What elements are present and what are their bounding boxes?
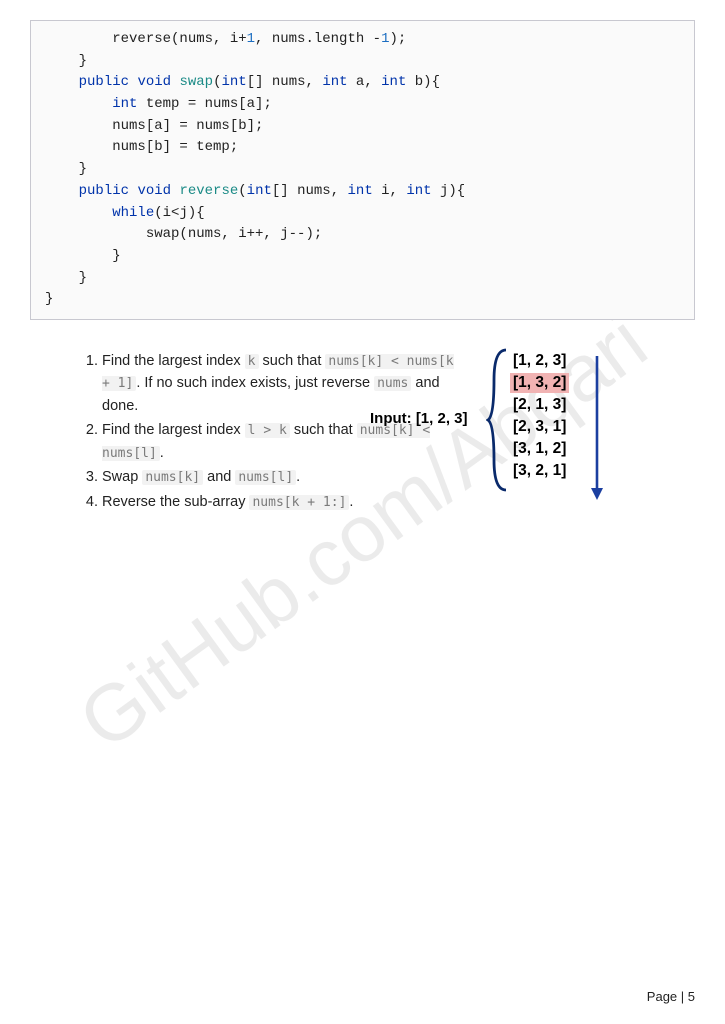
code-line: } bbox=[45, 270, 87, 286]
code-indent bbox=[45, 74, 79, 90]
code-text: (i<j){ bbox=[154, 205, 204, 221]
code-block: reverse(nums, i+1, nums.length -1); } pu… bbox=[30, 20, 695, 320]
code-line: } bbox=[45, 161, 87, 177]
step-1: Find the largest index k such that nums[… bbox=[102, 350, 462, 417]
algorithm-steps: Find the largest index k such that nums[… bbox=[30, 350, 462, 515]
t: Find the largest index bbox=[102, 422, 245, 438]
down-arrow-icon bbox=[588, 352, 606, 502]
params: j){ bbox=[432, 183, 466, 199]
page-content: reverse(nums, i+1, nums.length -1); } pu… bbox=[0, 0, 725, 515]
code-line: } bbox=[45, 291, 53, 307]
params: i, bbox=[373, 183, 407, 199]
t: and bbox=[203, 469, 235, 485]
kw-int: int bbox=[381, 74, 406, 90]
t: Find the largest index bbox=[102, 353, 245, 369]
code-text: , nums.length - bbox=[255, 31, 381, 47]
perm-item: [2, 3, 1] bbox=[510, 417, 569, 437]
page-footer: Page | 5 bbox=[647, 989, 695, 1004]
kw-while: while bbox=[112, 205, 154, 221]
kw-void: void bbox=[137, 183, 171, 199]
code-line: nums[a] = nums[b]; bbox=[45, 118, 263, 134]
fn-reverse: reverse bbox=[179, 183, 238, 199]
code-numsl: nums[l] bbox=[235, 470, 296, 485]
input-label: Input: [1, 2, 3] bbox=[370, 410, 468, 427]
perm-item: [1, 2, 3] bbox=[510, 351, 569, 371]
indent bbox=[45, 183, 79, 199]
params: [] nums, bbox=[247, 74, 323, 90]
code-line: reverse(nums, i+ bbox=[45, 31, 247, 47]
step-4: Reverse the sub-array nums[k + 1:]. bbox=[102, 491, 462, 513]
params: [] nums, bbox=[272, 183, 348, 199]
indent bbox=[45, 96, 112, 112]
code-line: } bbox=[45, 248, 121, 264]
perm-item: [2, 1, 3] bbox=[510, 395, 569, 415]
t: . bbox=[296, 469, 300, 485]
paren: ( bbox=[238, 183, 246, 199]
t: such that bbox=[259, 353, 326, 369]
code-k: k bbox=[245, 354, 259, 369]
kw-int: int bbox=[221, 74, 246, 90]
t: . bbox=[160, 445, 164, 461]
step-3: Swap nums[k] and nums[l]. bbox=[102, 466, 462, 488]
perm-item-highlighted: [1, 3, 2] bbox=[510, 373, 569, 393]
kw-int: int bbox=[247, 183, 272, 199]
kw-public: public bbox=[79, 183, 129, 199]
code-text: ); bbox=[389, 31, 406, 47]
params: b){ bbox=[406, 74, 440, 90]
t: . If no such index exists, just reverse bbox=[136, 375, 374, 391]
code-nums: nums bbox=[374, 376, 411, 391]
indent bbox=[45, 205, 112, 221]
t: Swap bbox=[102, 469, 142, 485]
fn-swap: swap bbox=[179, 74, 213, 90]
kw-int: int bbox=[348, 183, 373, 199]
perm-item: [3, 2, 1] bbox=[510, 461, 569, 481]
permutation-list: [1, 2, 3] [1, 3, 2] [2, 1, 3] [2, 3, 1] … bbox=[510, 350, 569, 482]
code-number: 1 bbox=[247, 31, 255, 47]
params: a, bbox=[348, 74, 382, 90]
code-line: } bbox=[45, 53, 87, 69]
t: such that bbox=[290, 422, 357, 438]
code-lgk: l > k bbox=[245, 423, 290, 438]
curly-brace-icon bbox=[486, 346, 510, 494]
code-line: nums[b] = temp; bbox=[45, 139, 238, 155]
kw-void: void bbox=[137, 74, 171, 90]
code-slice: nums[k + 1:] bbox=[249, 495, 349, 510]
perm-item: [3, 1, 2] bbox=[510, 439, 569, 459]
kw-int: int bbox=[406, 183, 431, 199]
kw-int: int bbox=[322, 74, 347, 90]
code-text: temp = nums[a]; bbox=[137, 96, 271, 112]
code-line: swap(nums, i++, j--); bbox=[45, 226, 322, 242]
t: Reverse the sub-array bbox=[102, 494, 249, 510]
permutation-diagram: Input: [1, 2, 3] [1, 2, 3] [1, 3, 2] [2,… bbox=[480, 350, 695, 515]
kw-int: int bbox=[112, 96, 137, 112]
code-numsk: nums[k] bbox=[142, 470, 203, 485]
t: . bbox=[349, 494, 353, 510]
kw-public: public bbox=[79, 74, 129, 90]
content-row: Find the largest index k such that nums[… bbox=[30, 350, 695, 515]
